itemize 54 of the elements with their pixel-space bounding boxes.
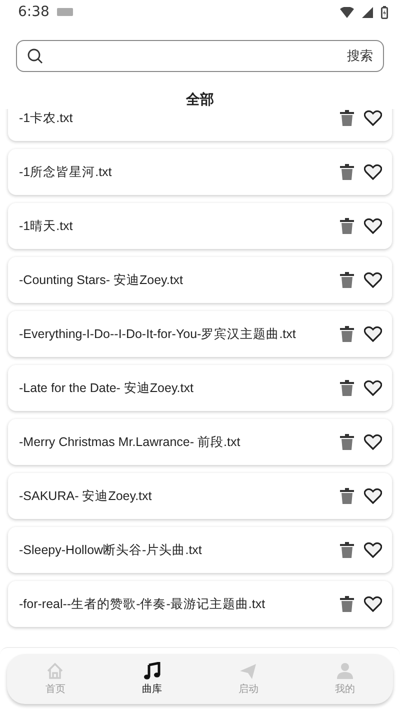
file-name: -Merry Christmas Mr.Lawrance- 前段.txt xyxy=(19,434,242,450)
file-card[interactable]: -SAKURA- 安迪Zoey.txt xyxy=(8,473,392,519)
file-card[interactable]: -for-real--生者的赞歌-伴奏-最游记主题曲.txt xyxy=(8,581,392,627)
file-card[interactable]: -Counting Stars- 安迪Zoey.txt xyxy=(8,257,392,303)
signal-icon xyxy=(362,6,373,18)
trash-icon[interactable] xyxy=(340,218,354,234)
file-card[interactable]: -Late for the Date- 安迪Zoey.txt xyxy=(8,365,392,411)
section-title: 全部 xyxy=(185,91,215,109)
file-name: -Counting Stars- 安迪Zoey.txt xyxy=(19,272,184,288)
heart-icon[interactable] xyxy=(364,326,382,342)
file-card[interactable]: -1晴天.txt xyxy=(8,203,392,249)
status-time: 6:38 xyxy=(18,4,50,20)
trash-icon[interactable] xyxy=(340,164,354,180)
file-name: -Everything-I-Do--I-Do-It-for-You-罗宾汉主题曲.txt xyxy=(19,326,297,342)
trash-icon[interactable] xyxy=(340,488,354,504)
trash-icon[interactable] xyxy=(340,110,354,126)
heart-icon[interactable] xyxy=(364,596,382,612)
file-card[interactable]: -1卡农.txt xyxy=(8,109,392,141)
file-card[interactable]: -Sleepy-Hollow断头谷-片头曲.txt xyxy=(8,527,392,573)
trash-icon[interactable] xyxy=(340,380,354,396)
heart-icon[interactable] xyxy=(364,110,382,126)
keyboard-icon xyxy=(57,8,74,16)
home-icon xyxy=(46,662,64,680)
heart-icon[interactable] xyxy=(364,434,382,450)
paper-plane-icon xyxy=(239,662,258,680)
file-name: -Late for the Date- 安迪Zoey.txt xyxy=(19,380,194,396)
wifi-icon xyxy=(340,6,354,18)
heart-icon[interactable] xyxy=(364,164,382,180)
file-name: -SAKURA- 安迪Zoey.txt xyxy=(19,488,153,504)
trash-icon[interactable] xyxy=(340,272,354,288)
file-name: -for-real--生者的赞歌-伴奏-最游记主题曲.txt xyxy=(19,596,266,612)
file-name: -Sleepy-Hollow断头谷-片头曲.txt xyxy=(19,542,203,558)
trash-icon[interactable] xyxy=(340,326,354,342)
file-card[interactable]: -Merry Christmas Mr.Lawrance- 前段.txt xyxy=(8,419,392,465)
search-icon xyxy=(27,48,43,64)
heart-icon[interactable] xyxy=(364,272,382,288)
nav-tab[interactable]: 曲库 xyxy=(104,662,200,696)
heart-icon[interactable] xyxy=(364,218,382,234)
file-name: -1所念皆星河.txt xyxy=(19,164,113,180)
trash-icon[interactable] xyxy=(340,542,354,558)
file-name: -1晴天.txt xyxy=(19,218,74,234)
file-card[interactable]: -1所念皆星河.txt xyxy=(8,149,392,195)
trash-icon[interactable] xyxy=(340,434,354,450)
file-name: -1卡农.txt xyxy=(19,110,74,126)
search-field[interactable]: 搜索 xyxy=(16,40,384,72)
heart-icon[interactable] xyxy=(364,488,382,504)
battery-icon xyxy=(381,6,388,18)
file-card[interactable]: -Everything-I-Do--I-Do-It-for-You-罗宾汉主题曲.txt xyxy=(8,311,392,357)
person-icon xyxy=(336,662,354,680)
trash-icon[interactable] xyxy=(340,596,354,612)
search-button[interactable]: 搜索 xyxy=(347,47,373,65)
heart-icon[interactable] xyxy=(364,380,382,396)
music-note-icon xyxy=(142,662,161,680)
heart-icon[interactable] xyxy=(364,542,382,558)
